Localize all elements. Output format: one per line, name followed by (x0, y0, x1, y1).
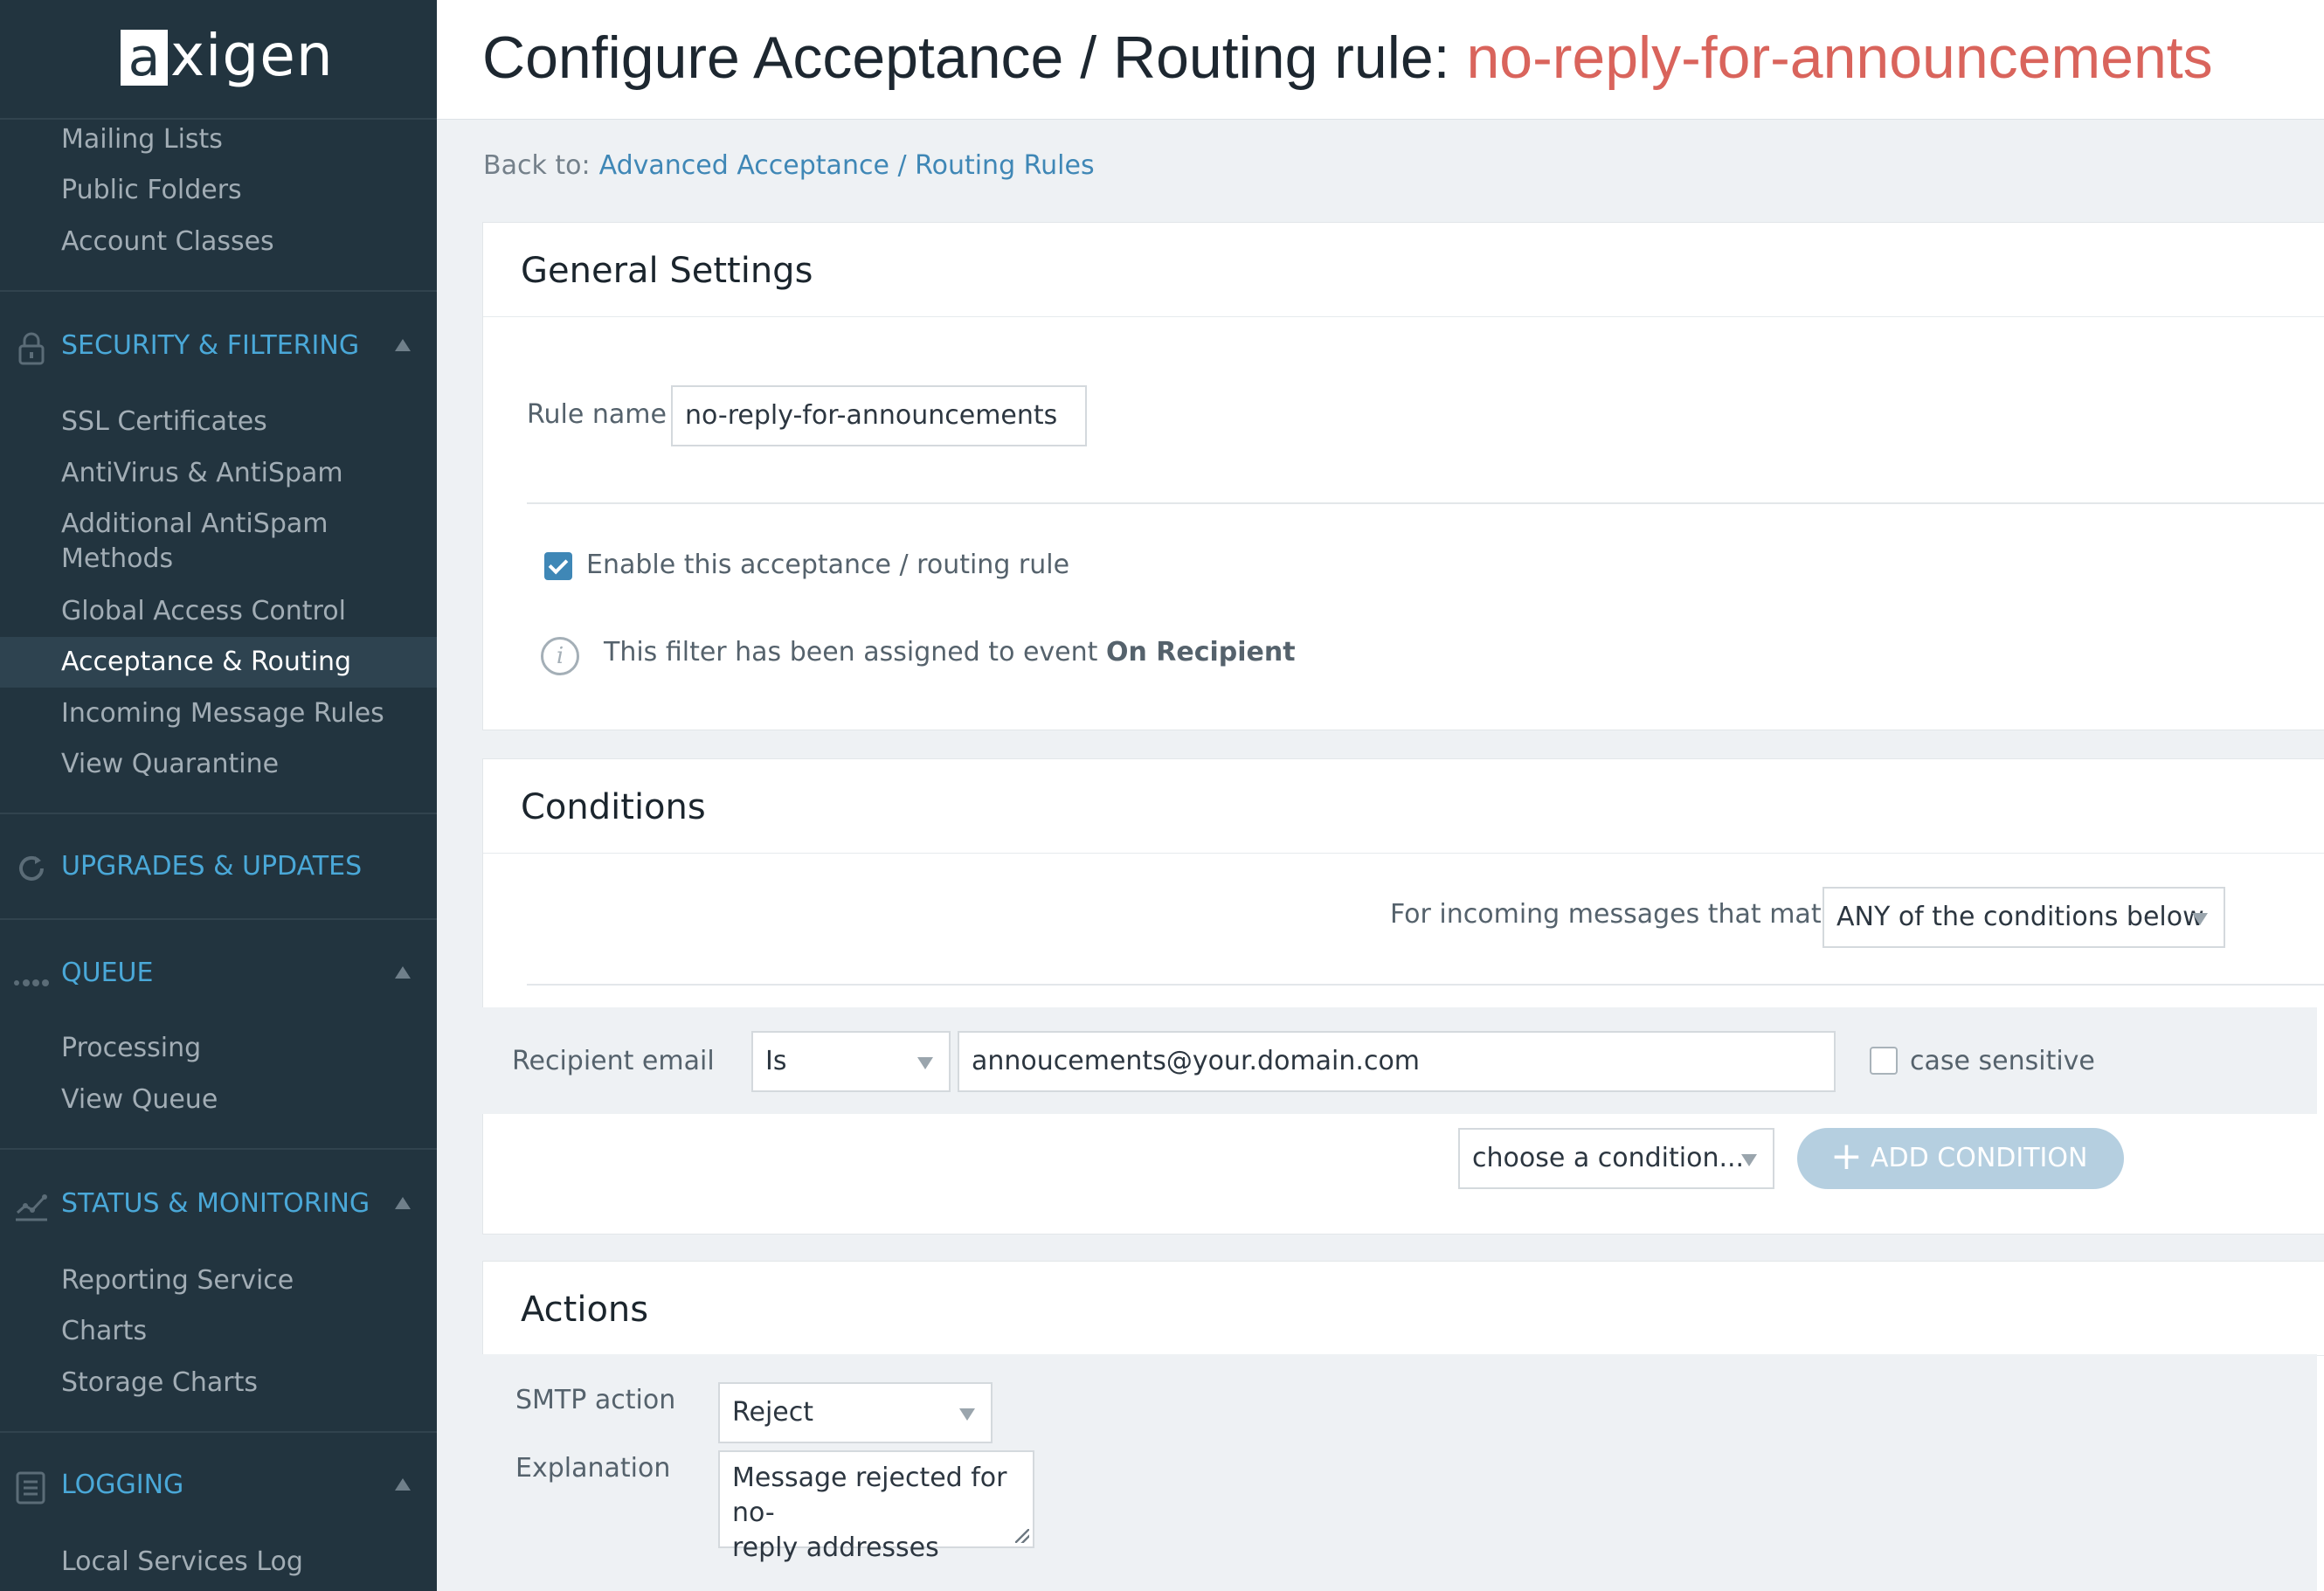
sidebar-item-local-services-log[interactable]: Local Services Log (61, 1545, 303, 1580)
chevron-down-icon (959, 1408, 975, 1421)
sidebar-item-acceptance-routing[interactable]: Acceptance & Routing (0, 637, 437, 688)
condition-value-input[interactable]: annoucements@your.domain.com (958, 1031, 1836, 1092)
sidebar-item-view-quarantine[interactable]: View Quarantine (61, 747, 279, 782)
enable-rule-checkbox[interactable] (544, 552, 572, 580)
section-status-monitoring[interactable]: STATUS & MONITORING (0, 1178, 437, 1230)
chart-line-icon (16, 1194, 47, 1221)
chevron-down-icon (917, 1057, 933, 1069)
add-condition-label: ADD CONDITION (1871, 1143, 2088, 1173)
card-header: Conditions (483, 759, 2324, 854)
choose-condition-value: choose a condition... (1472, 1143, 1745, 1173)
breadcrumb: Back to: Advanced Acceptance / Routing Ru… (483, 149, 1095, 183)
rule-name-title: no-reply-for-announcements (1466, 24, 2213, 91)
match-label: For incoming messages that match (1390, 899, 1853, 930)
sidebar-item-antivirus-antispam[interactable]: AntiVirus & AntiSpam (61, 456, 343, 491)
info-text-body: This filter has been assigned to event (604, 637, 1106, 668)
refresh-icon (19, 855, 44, 881)
condition-field-label: Recipient email (512, 1046, 715, 1076)
section-queue[interactable]: QUEUE (0, 947, 437, 1000)
general-settings-card: General Settings Rule name no-reply-for-… (482, 222, 2324, 730)
main-content: Configure Acceptance / Routing rule: no-… (437, 0, 2324, 1591)
queue-dots-icon (14, 979, 49, 986)
sidebar-item-reporting-service[interactable]: Reporting Service (61, 1263, 294, 1298)
breadcrumb-link[interactable]: Advanced Acceptance / Routing Rules (599, 150, 1095, 181)
explanation-label: Explanation (515, 1453, 671, 1484)
chevron-down-icon (2192, 913, 2208, 925)
divider (527, 502, 2324, 504)
page-title-prefix: Configure Acceptance / Routing rule: (482, 24, 1467, 91)
case-sensitive-label[interactable]: case sensitive (1910, 1044, 2095, 1079)
explanation-line-2: reply addresses (732, 1532, 939, 1563)
match-select[interactable]: ANY of the conditions below (1823, 887, 2225, 948)
title-bar: Configure Acceptance / Routing rule: no-… (437, 0, 2324, 120)
breadcrumb-prefix: Back to: (483, 150, 591, 181)
sidebar-item-ssl-certificates[interactable]: SSL Certificates (61, 405, 267, 439)
divider (527, 984, 2324, 986)
log-doc-icon (16, 1471, 45, 1505)
logo-letter: a (121, 30, 168, 86)
sidebar-item-view-queue[interactable]: View Queue (61, 1083, 218, 1117)
explanation-textarea[interactable]: Message rejected for no- reply addresses (718, 1450, 1034, 1563)
rule-name-label: Rule name (527, 399, 667, 430)
section-upgrades-updates[interactable]: UPGRADES & UPDATES (0, 840, 437, 893)
match-select-value: ANY of the conditions below (1836, 902, 2204, 932)
info-text: This filter has been assigned to event O… (604, 635, 1296, 670)
section-security-filtering[interactable]: SECURITY & FILTERING (0, 320, 437, 372)
sidebar-item-global-access-control[interactable]: Global Access Control (61, 594, 346, 629)
sidebar-divider (0, 813, 437, 814)
section-label: LOGGING (61, 1470, 184, 1500)
plus-icon: + (1830, 1134, 1863, 1179)
sidebar-divider (0, 1431, 437, 1433)
sidebar-item-additional-antispam-methods[interactable]: Methods (61, 542, 173, 577)
rule-name-input[interactable]: no-reply-for-announcements (671, 385, 1087, 446)
card-header: Actions (483, 1262, 2324, 1356)
card-title: Actions (521, 1290, 649, 1330)
sidebar-item-additional-antispam[interactable]: Additional AntiSpam (61, 507, 328, 542)
logo-text: xigen (170, 22, 334, 89)
smtp-action-select[interactable]: Reject (718, 1382, 993, 1443)
enable-rule-label[interactable]: Enable this acceptance / routing rule (586, 548, 1069, 583)
section-logging[interactable]: LOGGING (0, 1459, 437, 1511)
chevron-down-icon (1741, 1154, 1757, 1166)
collapse-arrow-icon[interactable] (395, 966, 411, 979)
axigen-logo[interactable]: a xigen (0, 0, 437, 120)
info-event: On Recipient (1105, 637, 1296, 668)
collapse-arrow-icon[interactable] (395, 1197, 411, 1209)
sidebar-item-public-folders[interactable]: Public Folders (61, 173, 242, 208)
sidebar-divider (0, 290, 437, 292)
sidebar-item-charts[interactable]: Charts (61, 1314, 147, 1349)
resize-grip-icon[interactable] (1015, 1529, 1029, 1543)
sidebar-divider (0, 1148, 437, 1150)
card-header: General Settings (483, 223, 2324, 317)
lock-icon (18, 332, 45, 365)
actions-body: SMTP action Reject Explanation Message r… (482, 1354, 2317, 1591)
info-icon: i (541, 637, 579, 675)
choose-condition-select[interactable]: choose a condition... (1458, 1128, 1774, 1189)
condition-operator-select[interactable]: Is (751, 1031, 951, 1092)
sidebar-item-storage-charts[interactable]: Storage Charts (61, 1366, 258, 1401)
explanation-line-1: Message rejected for no- (732, 1463, 1007, 1528)
section-label: QUEUE (61, 958, 154, 988)
condition-row: Recipient email Is annoucements@your.dom… (482, 1007, 2317, 1114)
sidebar-item-processing[interactable]: Processing (61, 1031, 201, 1066)
sidebar: a xigen Mailing Lists Public Folders Acc… (0, 0, 437, 1591)
smtp-action-value: Reject (732, 1397, 814, 1428)
collapse-arrow-icon[interactable] (395, 1478, 411, 1491)
smtp-action-label: SMTP action (515, 1385, 676, 1415)
operator-value: Is (765, 1046, 787, 1076)
card-title: General Settings (521, 251, 813, 291)
section-label: UPGRADES & UPDATES (61, 851, 363, 882)
sidebar-divider (0, 918, 437, 920)
card-title: Conditions (521, 787, 706, 827)
sidebar-item-mailing-lists[interactable]: Mailing Lists (61, 122, 223, 157)
sidebar-item-account-classes[interactable]: Account Classes (61, 225, 274, 259)
collapse-arrow-icon[interactable] (395, 339, 411, 351)
page-title: Configure Acceptance / Routing rule: no-… (482, 21, 2213, 94)
sidebar-item-incoming-message-rules[interactable]: Incoming Message Rules (61, 696, 384, 731)
add-condition-button[interactable]: + ADD CONDITION (1797, 1128, 2124, 1189)
case-sensitive-checkbox[interactable] (1870, 1047, 1898, 1075)
section-label: SECURITY & FILTERING (61, 330, 360, 361)
section-label: STATUS & MONITORING (61, 1188, 370, 1219)
